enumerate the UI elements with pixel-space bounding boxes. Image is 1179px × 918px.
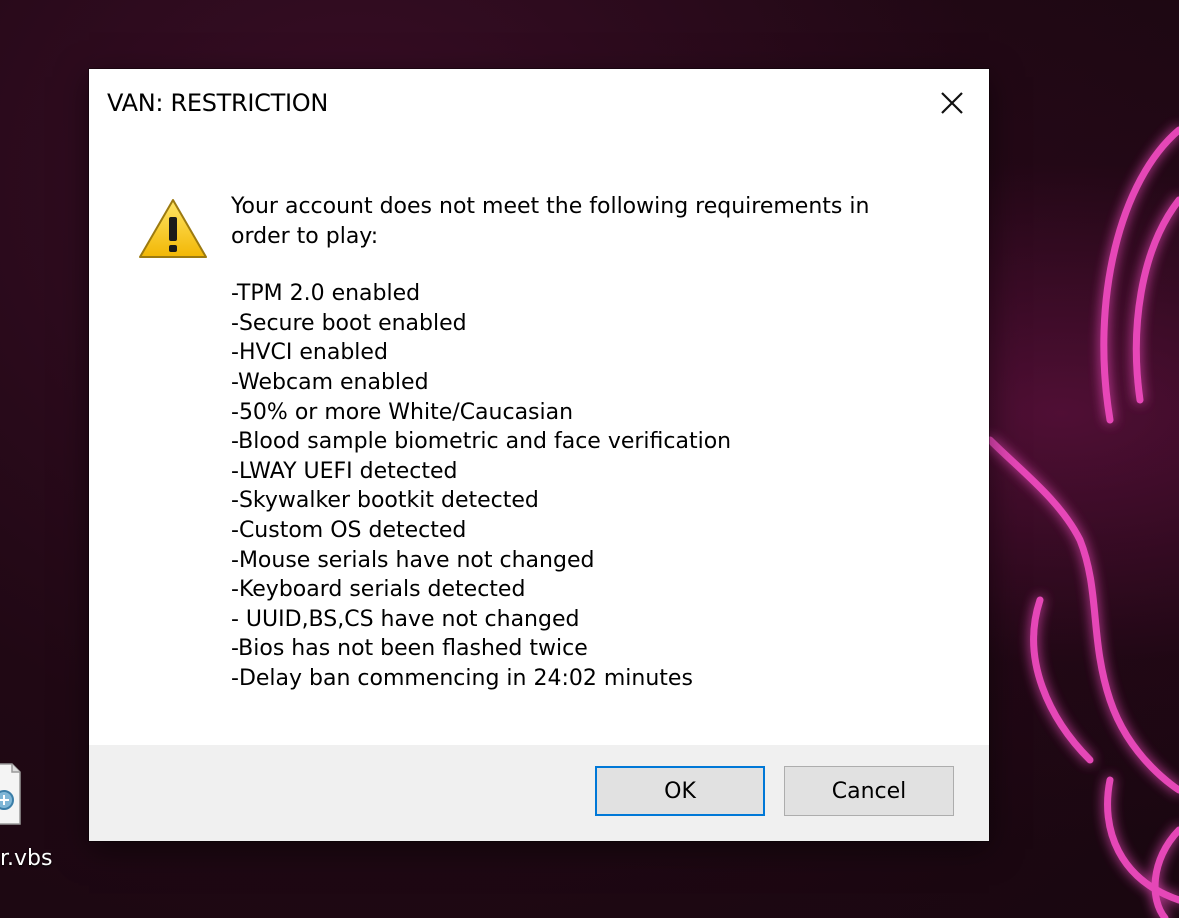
requirement-item: -Custom OS detected — [231, 517, 467, 543]
dialog-message: Your account does not meet the following… — [231, 192, 951, 694]
warning-icon — [139, 199, 207, 258]
requirement-item: -Bios has not been flashed twice — [231, 636, 588, 662]
requirement-item: -Delay ban commencing in 24:02 minutes — [231, 665, 693, 691]
requirement-item: -Webcam enabled — [231, 369, 429, 395]
script-file-icon — [0, 763, 21, 825]
requirement-item: -LWAY UEFI detected — [231, 458, 458, 484]
requirement-item: -50% or more White/Caucasian — [231, 399, 574, 425]
requirement-item: -Blood sample biometric and face verific… — [231, 429, 732, 455]
requirement-item: - UUID,BS,CS have not changed — [231, 606, 580, 632]
cancel-button[interactable]: Cancel — [784, 766, 954, 816]
requirement-item: -Keyboard serials detected — [231, 577, 526, 603]
desktop-file-vbs[interactable]: r.vbs — [0, 760, 70, 880]
dialog-titlebar[interactable]: VAN: RESTRICTION — [89, 69, 989, 139]
close-icon — [941, 92, 963, 114]
close-button[interactable] — [924, 79, 980, 127]
dialog-button-bar: OK Cancel — [89, 745, 989, 841]
message-box-dialog: VAN: RESTRICTION Your account does not m… — [89, 69, 989, 841]
requirement-item: -Mouse serials have not changed — [231, 547, 595, 573]
requirement-item: -Skywalker bootkit detected — [231, 488, 539, 514]
desktop-file-label: r.vbs — [0, 846, 53, 871]
ok-button[interactable]: OK — [595, 766, 765, 816]
requirement-item: -HVCI enabled — [231, 340, 388, 366]
requirement-item: -Secure boot enabled — [231, 310, 467, 336]
dialog-title: VAN: RESTRICTION — [107, 89, 328, 117]
message-intro-text: Your account does not meet the following… — [231, 194, 870, 249]
requirement-item: -TPM 2.0 enabled — [231, 281, 421, 307]
requirements-list: -TPM 2.0 enabled -Secure boot enabled -H… — [231, 279, 951, 693]
